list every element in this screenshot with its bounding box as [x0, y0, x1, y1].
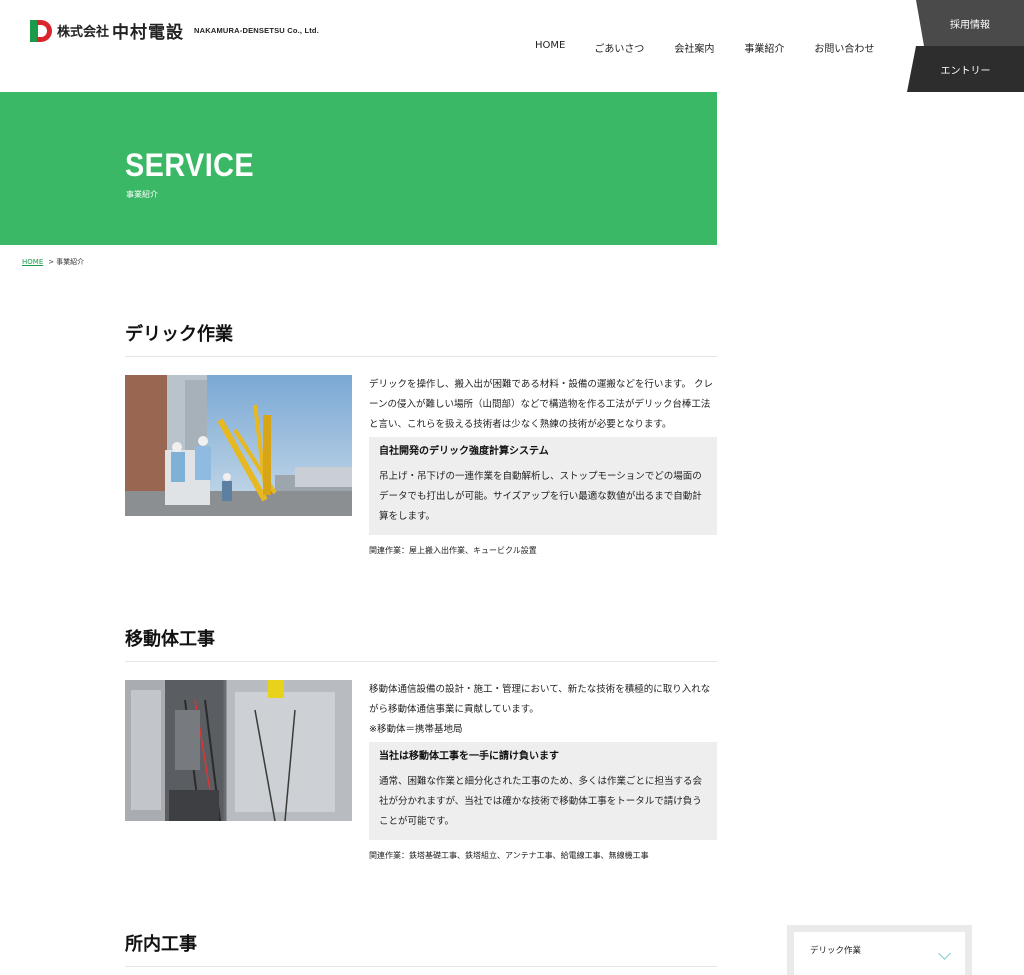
service-section-mobile: 移動体工事 移動体通信設備の設計・施工・管理において、新たな技術を積極的に取り入…: [125, 625, 717, 860]
feature-box-text: 通常、困難な作業と細分化された工事のため、多くは作業ごとに担当する会社が分かれま…: [379, 776, 703, 827]
feature-box-title: 当社は移動体工事を一手に請け負います: [379, 751, 559, 762]
section-lead: 移動体通信設備の設計・施工・管理において、新たな技術を積極的に取り入れながら移動…: [369, 684, 711, 715]
section-note: ※移動体＝携帯基地局: [369, 724, 463, 735]
page-hero: SERVICE 事業紹介: [0, 92, 717, 245]
nav-contact[interactable]: お問い合わせ: [814, 40, 874, 55]
nav-service[interactable]: 事業紹介: [744, 40, 784, 55]
section-title: 移動体工事: [125, 625, 717, 662]
derrick-crane-photo: [125, 375, 352, 516]
logo-company-prefix: 株式会社: [57, 25, 110, 40]
entry-button[interactable]: エントリー: [907, 46, 1024, 92]
section-title: 所内工事: [125, 930, 717, 967]
logo-mark-icon: [30, 19, 52, 42]
logo-company-name: 中村電設: [112, 23, 185, 43]
page-subtitle: 事業紹介: [126, 190, 158, 199]
logo-english-name: NAKAMURA-DENSETSU Co., Ltd.: [194, 26, 319, 35]
service-section-internal: 所内工事: [125, 930, 717, 967]
global-nav: HOME ごあいさつ 会社案内 事業紹介 お問い合わせ: [535, 40, 874, 55]
feature-box: 当社は移動体工事を一手に請け負います 通常、困難な作業と細分化された工事のため、…: [369, 742, 717, 840]
feature-box-text: 吊上げ・吊下げの一連作業を自動解析し、ストップモーションでどの場面のデータでも打…: [379, 471, 702, 522]
related-work: 関連作業：鉄塔基礎工事、鉄塔組立、アンテナ工事、給電線工事、無線機工事: [369, 851, 649, 860]
side-menu-item-label: デリック作業: [810, 946, 862, 956]
breadcrumb-current: 事業紹介: [56, 258, 85, 266]
feature-box: 自社開発のデリック強度計算システム 吊上げ・吊下げの一連作業を自動解析し、ストッ…: [369, 437, 717, 535]
chevron-down-icon: [938, 947, 951, 960]
nav-company[interactable]: 会社案内: [674, 40, 714, 55]
side-service-menu: デリック作業: [787, 925, 972, 975]
feature-box-title: 自社開発のデリック強度計算システム: [379, 446, 549, 457]
side-menu-item-derrick[interactable]: デリック作業: [794, 932, 965, 975]
entry-button-label: エントリー: [940, 65, 991, 77]
nav-greeting[interactable]: ごあいさつ: [594, 40, 644, 55]
company-logo[interactable]: 株式会社 中村電設 NAKAMURA-DENSETSU Co., Ltd.: [30, 18, 319, 43]
breadcrumb-separator: >: [48, 258, 55, 266]
recruit-button-label: 採用情報: [950, 19, 990, 31]
service-section-derrick: デリック作業 デリックを操作し、搬入出が困難である材料・設備の運搬などを行います…: [125, 320, 717, 555]
mobile-equipment-photo: [125, 680, 352, 821]
recruit-button[interactable]: 採用情報: [916, 0, 1024, 46]
section-lead: デリックを操作し、搬入出が困難である材料・設備の運搬などを行います。 クレーンの…: [369, 379, 713, 430]
related-work: 関連作業：屋上搬入出作業、キュービクル設置: [369, 546, 537, 555]
page-title: SERVICE: [125, 147, 255, 183]
breadcrumb: HOME > 事業紹介: [22, 257, 84, 267]
breadcrumb-home-link[interactable]: HOME: [22, 258, 43, 266]
section-title: デリック作業: [125, 320, 717, 357]
nav-home[interactable]: HOME: [535, 40, 565, 55]
